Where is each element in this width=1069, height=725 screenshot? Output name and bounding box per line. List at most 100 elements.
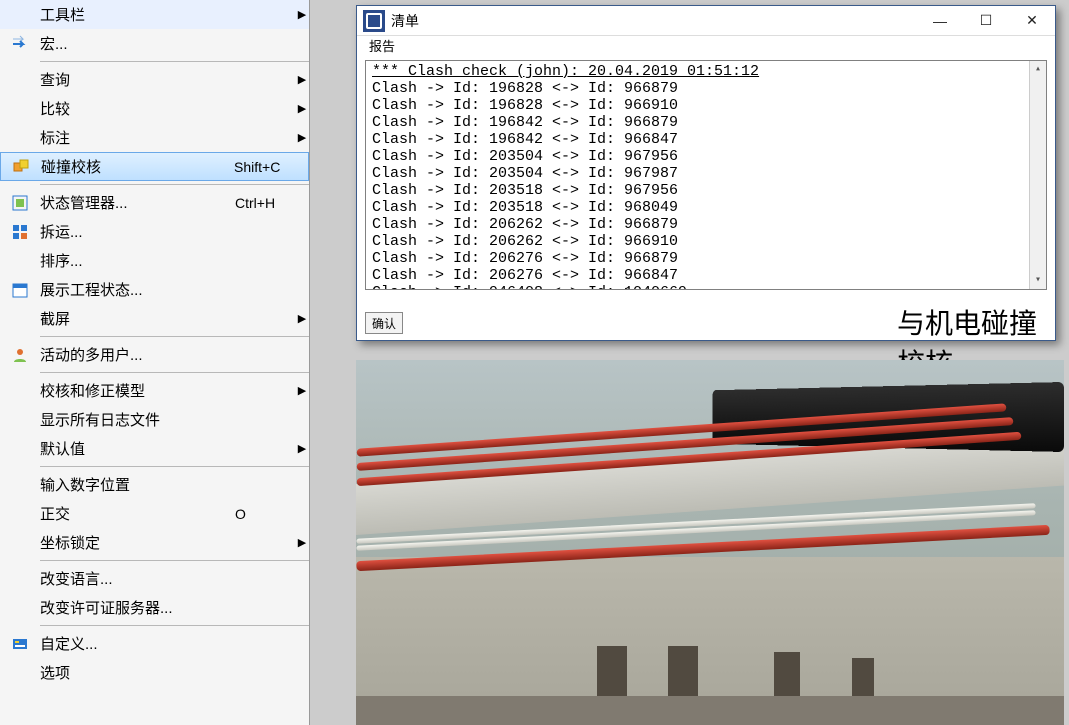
scroll-down-icon[interactable]: ▾: [1030, 272, 1046, 289]
menu-item[interactable]: 碰撞校核Shift+C: [0, 152, 309, 181]
clash-list-window: 清单 — ☐ ✕ 报告 *** Clash check (john): 20.0…: [356, 5, 1056, 341]
menu-separator: [40, 336, 309, 337]
report-line: Clash -> Id: 946408 <-> Id: 1040669: [372, 284, 1040, 290]
report-header: *** Clash check (john): 20.04.2019 01:51…: [372, 63, 1040, 80]
menu-shortcut: Ctrl+H: [235, 195, 295, 211]
submenu-arrow-icon: ▶: [295, 442, 309, 455]
menu-item-label: 展示工程状态...: [40, 279, 235, 300]
menu-item-label: 排序...: [40, 250, 235, 271]
menu-item-label: 宏...: [40, 33, 235, 54]
submenu-arrow-icon: ▶: [295, 8, 309, 21]
menu-item-label: 碰撞校核: [41, 156, 234, 177]
menu-item[interactable]: 比较 ▶: [0, 94, 309, 123]
menu-item[interactable]: 截屏 ▶: [0, 304, 309, 333]
menu-item[interactable]: 工具栏 ▶: [0, 0, 309, 29]
menu-item[interactable]: 状态管理器...Ctrl+H: [0, 188, 309, 217]
menu-item[interactable]: 默认值 ▶: [0, 434, 309, 463]
custom-icon: [0, 635, 40, 653]
grid-icon: [0, 223, 40, 241]
context-menu: 工具栏 ▶ 宏... 查询 ▶ 比较 ▶ 标注 ▶ 碰撞校核Shift+C 状态管理器...Ctrl…: [0, 0, 310, 725]
report-line: Clash -> Id: 206276 <-> Id: 966879: [372, 250, 1040, 267]
report-line: Clash -> Id: 203518 <-> Id: 967956: [372, 182, 1040, 199]
app-icon: [363, 10, 385, 32]
menu-item[interactable]: 坐标锁定 ▶: [0, 528, 309, 557]
submenu-arrow-icon: ▶: [295, 536, 309, 549]
report-line: Clash -> Id: 206262 <-> Id: 966879: [372, 216, 1040, 233]
menu-item-label: 查询: [40, 69, 235, 90]
menu-item-label: 比较: [40, 98, 235, 119]
menu-separator: [40, 184, 309, 185]
menu-item-label: 校核和修正模型: [40, 380, 235, 401]
menu-item[interactable]: 标注 ▶: [0, 123, 309, 152]
report-line: Clash -> Id: 196842 <-> Id: 966847: [372, 131, 1040, 148]
menu-item-label: 改变许可证服务器...: [40, 597, 235, 618]
titlebar[interactable]: 清单 — ☐ ✕: [357, 6, 1055, 36]
tab-strip: 报告: [357, 36, 1055, 56]
report-line: Clash -> Id: 203518 <-> Id: 968049: [372, 199, 1040, 216]
window-title: 清单: [391, 11, 917, 31]
menu-item[interactable]: 活动的多用户...: [0, 340, 309, 369]
menu-item-label: 选项: [40, 662, 235, 683]
maximize-button[interactable]: ☐: [963, 6, 1009, 36]
report-line: Clash -> Id: 203504 <-> Id: 967987: [372, 165, 1040, 182]
menu-item-label: 自定义...: [40, 633, 235, 654]
menu-item[interactable]: 显示所有日志文件: [0, 405, 309, 434]
menu-item[interactable]: 自定义...: [0, 629, 309, 658]
menu-item[interactable]: 输入数字位置: [0, 470, 309, 499]
minimize-button[interactable]: —: [917, 6, 963, 36]
menu-item[interactable]: 改变许可证服务器...: [0, 593, 309, 622]
report-line: Clash -> Id: 206262 <-> Id: 966910: [372, 233, 1040, 250]
window-buttons: — ☐ ✕: [917, 6, 1055, 36]
scroll-up-icon[interactable]: ▴: [1030, 61, 1046, 78]
report-line: Clash -> Id: 196828 <-> Id: 966879: [372, 80, 1040, 97]
close-button[interactable]: ✕: [1009, 6, 1055, 36]
user-icon: [0, 346, 40, 364]
menu-item[interactable]: 正交O: [0, 499, 309, 528]
submenu-arrow-icon: ▶: [295, 73, 309, 86]
report-content: *** Clash check (john): 20.04.2019 01:51…: [366, 61, 1046, 290]
menu-separator: [40, 61, 309, 62]
menu-item[interactable]: 查询 ▶: [0, 65, 309, 94]
menu-item-label: 状态管理器...: [40, 192, 235, 213]
arrows-icon: [0, 35, 40, 53]
ok-button[interactable]: 确认: [365, 312, 403, 334]
calendar-icon: [0, 281, 40, 299]
submenu-arrow-icon: ▶: [295, 102, 309, 115]
menu-item[interactable]: 宏...: [0, 29, 309, 58]
menu-item[interactable]: 选项: [0, 658, 309, 687]
site-photo: [356, 360, 1064, 725]
report-line: Clash -> Id: 206276 <-> Id: 966847: [372, 267, 1040, 284]
menu-item-label: 坐标锁定: [40, 532, 235, 553]
menu-item-label: 工具栏: [40, 4, 235, 25]
menu-item-label: 正交: [40, 503, 235, 524]
menu-item[interactable]: 拆运...: [0, 217, 309, 246]
menu-shortcut: O: [235, 506, 295, 522]
report-line: Clash -> Id: 196842 <-> Id: 966879: [372, 114, 1040, 131]
tab-report[interactable]: 报告: [363, 36, 401, 55]
menu-item[interactable]: 展示工程状态...: [0, 275, 309, 304]
menu-separator: [40, 625, 309, 626]
menu-item[interactable]: 排序...: [0, 246, 309, 275]
menu-item-label: 输入数字位置: [40, 474, 235, 495]
menu-item-label: 标注: [40, 127, 235, 148]
menu-separator: [40, 466, 309, 467]
report-textarea[interactable]: *** Clash check (john): 20.04.2019 01:51…: [365, 60, 1047, 290]
menu-separator: [40, 372, 309, 373]
submenu-arrow-icon: ▶: [295, 131, 309, 144]
menu-item-label: 拆运...: [40, 221, 235, 242]
menu-item[interactable]: 改变语言...: [0, 564, 309, 593]
submenu-arrow-icon: ▶: [295, 384, 309, 397]
menu-item-label: 改变语言...: [40, 568, 235, 589]
report-line: Clash -> Id: 203504 <-> Id: 967956: [372, 148, 1040, 165]
menu-item[interactable]: 校核和修正模型 ▶: [0, 376, 309, 405]
menu-shortcut: Shift+C: [234, 159, 294, 175]
menu-item-label: 活动的多用户...: [40, 344, 235, 365]
menu-item-label: 截屏: [40, 308, 235, 329]
menu-item-label: 显示所有日志文件: [40, 409, 235, 430]
submenu-arrow-icon: ▶: [295, 312, 309, 325]
state-icon: [0, 194, 40, 212]
collision-icon: [1, 158, 41, 176]
menu-item-label: 默认值: [40, 438, 235, 459]
menu-separator: [40, 560, 309, 561]
scrollbar[interactable]: ▴ ▾: [1029, 61, 1046, 289]
